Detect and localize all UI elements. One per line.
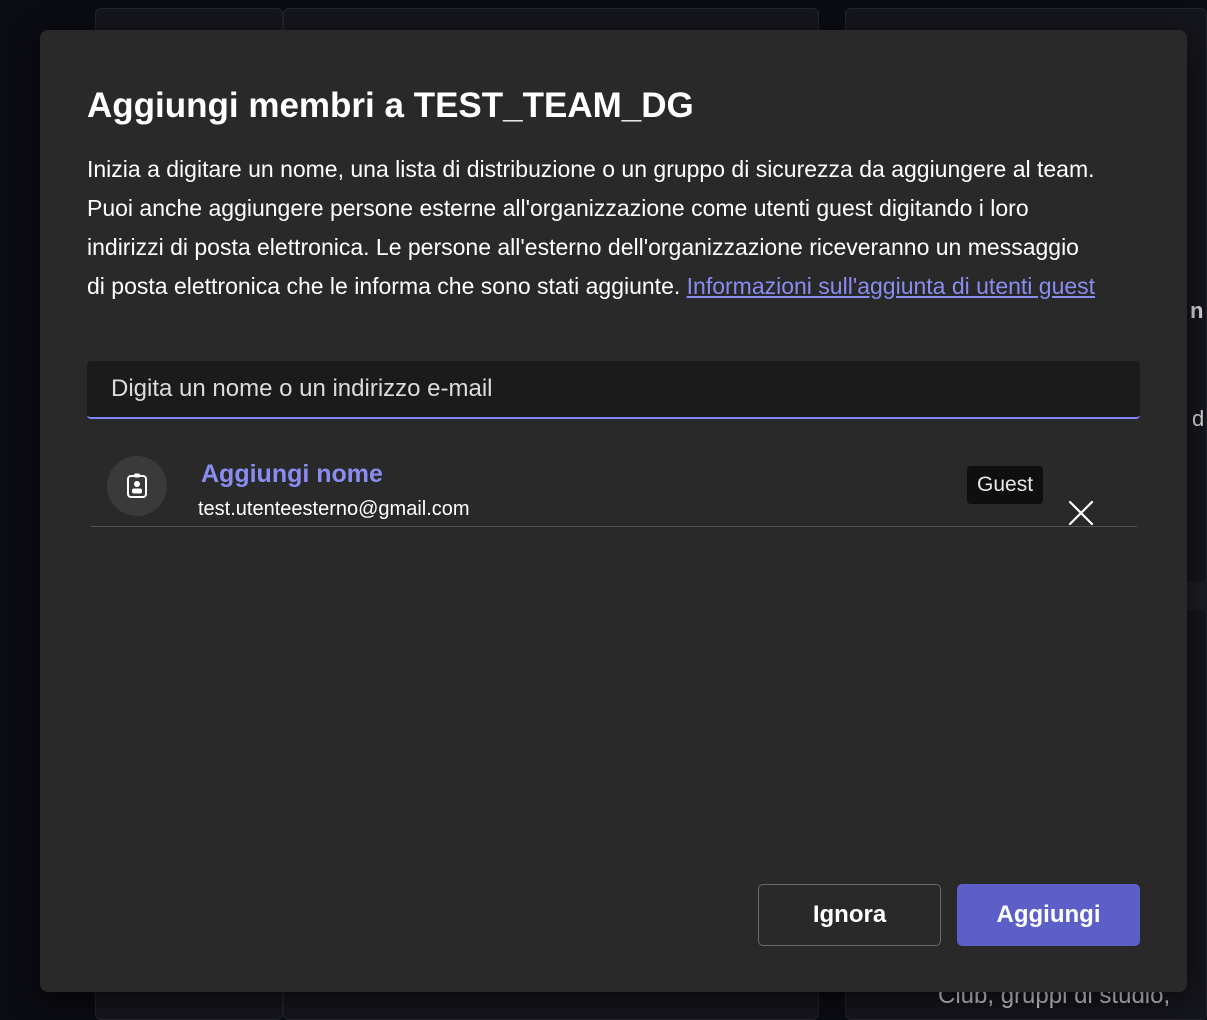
guest-info-link[interactable]: Informazioni sull'aggiunta di utenti gue… bbox=[687, 273, 1095, 299]
background-text-fragment: n bbox=[1190, 298, 1204, 323]
contact-card-icon bbox=[127, 473, 147, 498]
dialog-description: Inizia a digitare un nome, una lista di … bbox=[87, 150, 1097, 306]
guest-badge: Guest bbox=[967, 466, 1044, 504]
remove-member-button[interactable] bbox=[1067, 499, 1095, 527]
member-search-box bbox=[87, 361, 1140, 419]
avatar bbox=[107, 456, 167, 516]
background-text-fragment: d bbox=[1192, 406, 1205, 431]
member-email: test.utenteesterno@gmail.com bbox=[198, 498, 470, 520]
add-button[interactable]: Aggiungi bbox=[957, 884, 1140, 946]
member-row: Aggiungi nome test.utenteesterno@gmail.c… bbox=[91, 446, 1137, 527]
close-icon bbox=[1068, 500, 1094, 526]
member-name[interactable]: Aggiungi nome bbox=[201, 460, 383, 489]
dialog-title: Aggiungi membri a TEST_TEAM_DG bbox=[87, 86, 694, 125]
member-search-input[interactable] bbox=[87, 361, 1140, 417]
ignore-button[interactable]: Ignora bbox=[758, 884, 941, 946]
add-members-dialog: Aggiungi membri a TEST_TEAM_DG Inizia a … bbox=[40, 30, 1187, 992]
